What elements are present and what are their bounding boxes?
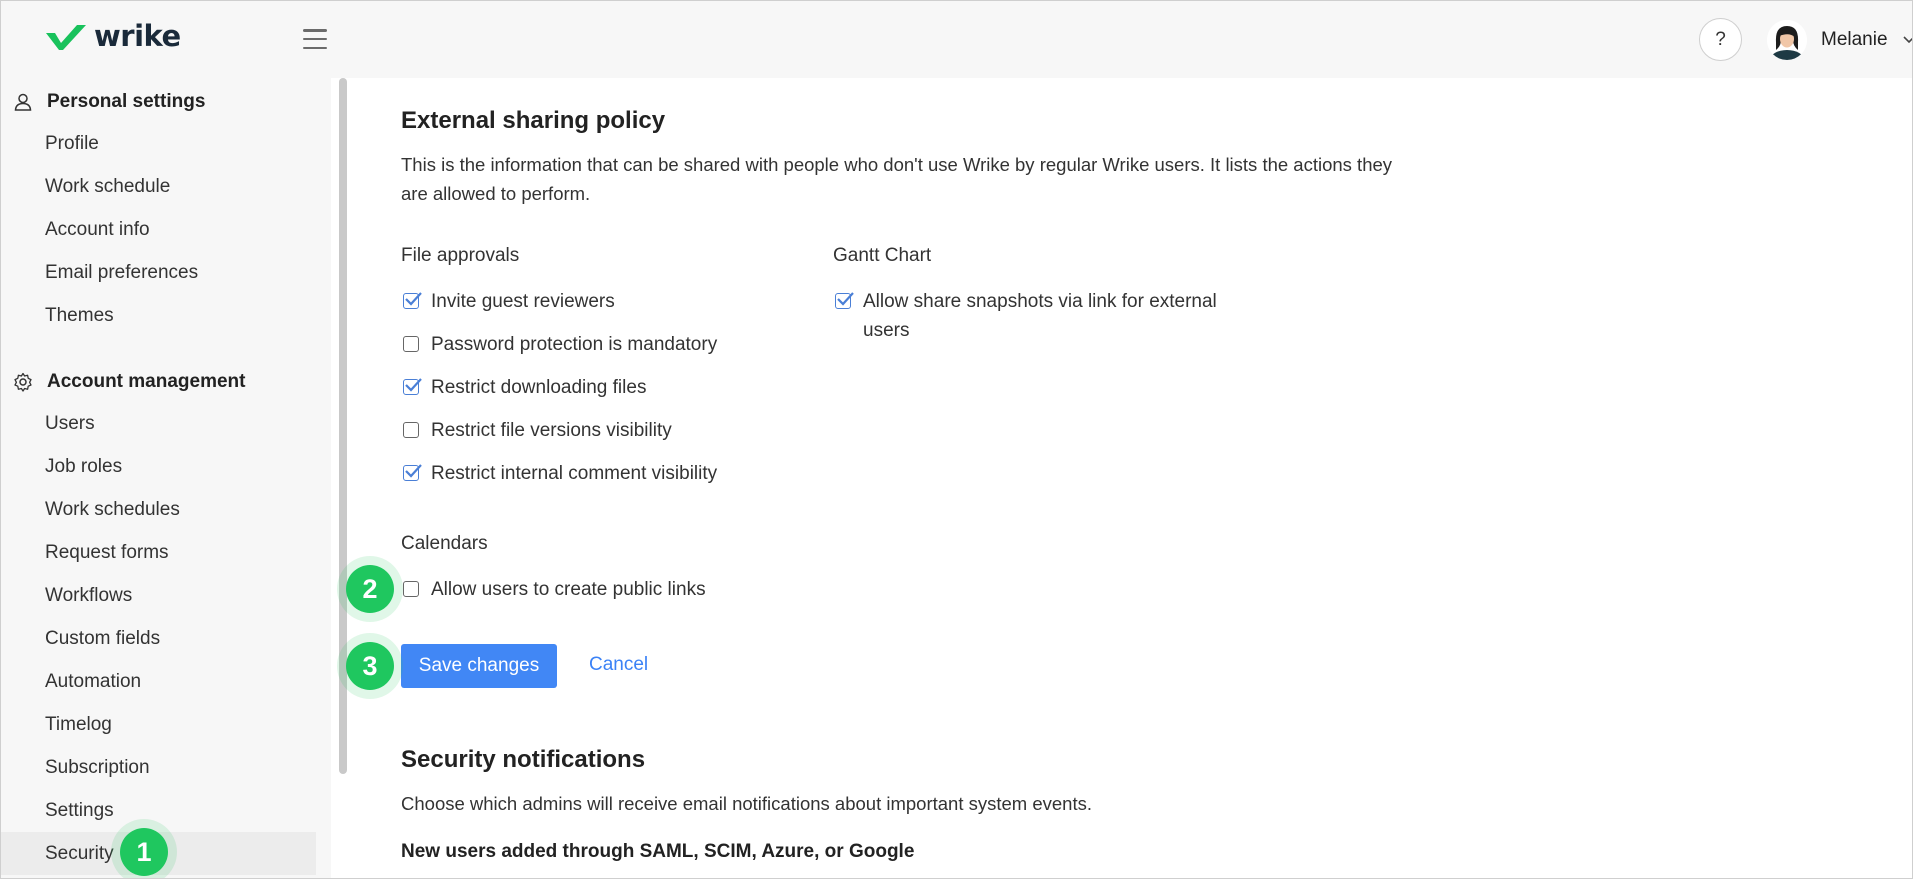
save-changes-button[interactable]: Save changes [401, 644, 557, 688]
security-notifications-description: Choose which admins will receive email n… [401, 793, 1092, 814]
sidebar-item-custom-fields[interactable]: Custom fields [1, 617, 316, 660]
chevron-down-icon [1902, 36, 1912, 44]
sidebar-item-automation[interactable]: Automation [1, 660, 316, 703]
checkbox-label: Allow users to create public links [431, 579, 706, 600]
checkbox-label-line1: Allow share snapshots via link for exter… [863, 291, 1217, 312]
checkbox-label: Restrict file versions visibility [431, 420, 672, 441]
step-marker-number: 1 [120, 828, 168, 876]
checkmark-icon [405, 378, 422, 392]
sidebar-item-account-info[interactable]: Account info [1, 208, 316, 251]
checkbox[interactable] [403, 336, 419, 352]
checkbox-restrict-downloading[interactable]: Restrict downloading files [403, 373, 646, 402]
file-approvals-label: File approvals [401, 245, 520, 266]
wrike-logo[interactable]: wrike [44, 19, 181, 53]
step-marker-2: 2 [337, 556, 403, 622]
external-sharing-description-line2: are allowed to perform. [401, 183, 591, 204]
avatar [1767, 20, 1807, 60]
external-sharing-title: External sharing policy [401, 107, 666, 134]
checkbox-invite-guest-reviewers[interactable]: Invite guest reviewers [403, 287, 615, 316]
checkbox[interactable] [403, 378, 422, 395]
cancel-link[interactable]: Cancel [589, 654, 648, 676]
checkbox-label: Restrict internal comment visibility [431, 463, 718, 484]
checkbox[interactable] [403, 581, 419, 597]
checkbox-label: Allow share snapshots via link for exter… [863, 287, 1217, 345]
menu-toggle-icon[interactable] [303, 29, 327, 49]
step-marker-number: 3 [346, 642, 394, 690]
external-sharing-description-line1: This is the information that can be shar… [401, 154, 1393, 175]
sidebar-item-users[interactable]: Users [1, 402, 316, 445]
logo-text: wrike [94, 19, 181, 53]
sidebar-item-work-schedules[interactable]: Work schedules [1, 488, 316, 531]
checkbox-allow-share-snapshots[interactable]: Allow share snapshots via link for exter… [835, 287, 1217, 345]
sidebar-item-email-preferences[interactable]: Email preferences [1, 251, 316, 294]
help-button[interactable]: ? [1699, 18, 1742, 61]
checkbox-label: Password protection is mandatory [431, 334, 718, 355]
gear-icon [14, 372, 32, 392]
security-notifications-title: Security notifications [401, 746, 646, 773]
app-window: wrike ? Melanie Personal settings Profil… [0, 0, 1913, 879]
user-icon [14, 93, 32, 111]
checkbox-allow-public-links[interactable]: Allow users to create public links [403, 575, 706, 604]
step-marker-number: 2 [346, 565, 394, 613]
checkbox-label: Invite guest reviewers [431, 291, 615, 312]
main-content: External sharing policy This is the info… [401, 78, 1901, 878]
personal-settings-title: Personal settings [47, 91, 206, 112]
checkbox[interactable] [403, 292, 422, 309]
new-users-subheading: New users added through SAML, SCIM, Azur… [401, 841, 915, 862]
checkbox[interactable] [835, 292, 854, 309]
checkbox-password-protection[interactable]: Password protection is mandatory [403, 330, 717, 359]
settings-sidebar: Personal settings Profile Work schedule … [1, 78, 331, 878]
gantt-chart-label: Gantt Chart [833, 245, 932, 266]
wrike-check-icon [46, 25, 86, 50]
checkbox-restrict-file-versions[interactable]: Restrict file versions visibility [403, 416, 672, 445]
checkmark-icon [405, 464, 422, 478]
top-header: wrike ? Melanie [1, 1, 1912, 78]
sidebar-item-profile[interactable]: Profile [1, 122, 316, 165]
sidebar-item-timelog[interactable]: Timelog [1, 703, 316, 746]
user-menu[interactable]: Melanie [1767, 19, 1912, 61]
checkmark-icon [837, 292, 854, 306]
account-management-heading: Account management [13, 367, 245, 397]
checkbox[interactable] [403, 464, 422, 481]
sidebar-item-themes[interactable]: Themes [1, 294, 316, 337]
calendars-label: Calendars [401, 533, 488, 554]
sidebar-item-work-schedule[interactable]: Work schedule [1, 165, 316, 208]
checkbox-label: Restrict downloading files [431, 377, 647, 398]
checkbox-label-line2: users [863, 320, 910, 341]
sidebar-item-subscription[interactable]: Subscription [1, 746, 316, 789]
step-marker-3: 3 [337, 633, 403, 699]
checkbox[interactable] [403, 422, 419, 438]
checkmark-icon [405, 292, 422, 306]
checkbox-restrict-internal-comment[interactable]: Restrict internal comment visibility [403, 459, 717, 488]
step-marker-1: 1 [111, 819, 177, 878]
sidebar-item-workflows[interactable]: Workflows [1, 574, 316, 617]
personal-settings-heading: Personal settings [13, 87, 205, 117]
sidebar-item-request-forms[interactable]: Request forms [1, 531, 316, 574]
account-management-title: Account management [47, 371, 246, 392]
sidebar-item-job-roles[interactable]: Job roles [1, 445, 316, 488]
user-name: Melanie [1821, 29, 1888, 50]
